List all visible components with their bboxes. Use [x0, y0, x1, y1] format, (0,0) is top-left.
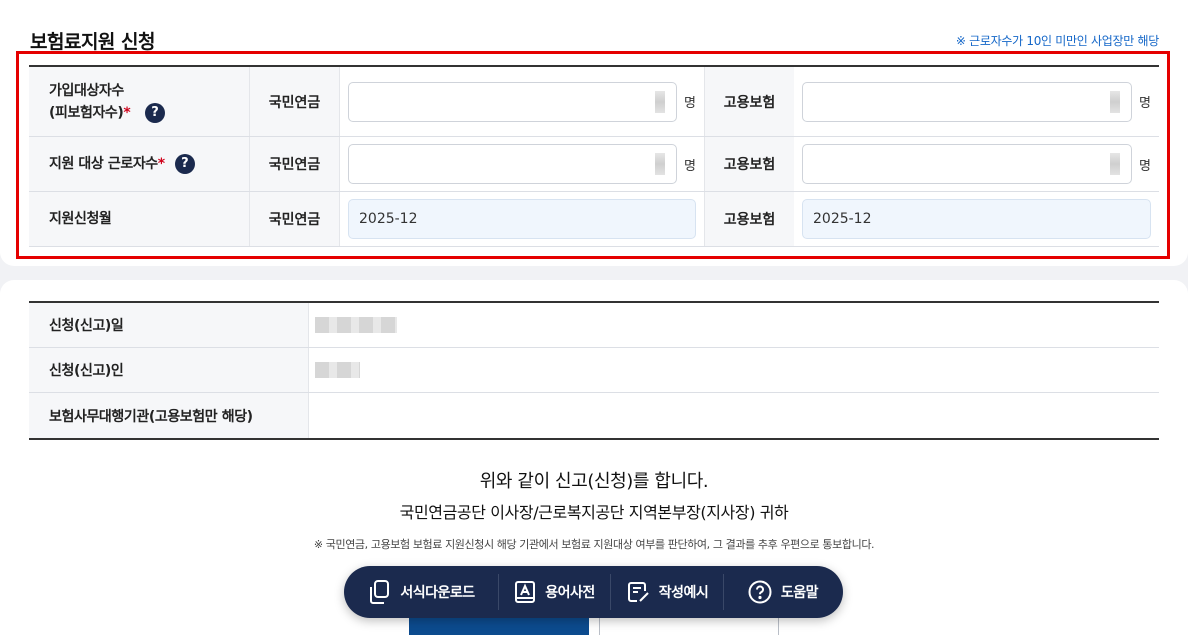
highlight-box	[16, 51, 1170, 259]
masked-value	[315, 362, 360, 378]
masked-value	[315, 317, 397, 333]
declaration-line-2: 국민연금공단 이사장/근로복지공단 지역본부장(지사장) 귀하	[399, 503, 789, 522]
info-label: 신청(신고)인	[29, 348, 309, 392]
declaration-line-1: 위와 같이 신고(신청)를 합니다.	[479, 471, 709, 492]
info-value	[309, 303, 1159, 347]
info-value	[309, 393, 1159, 438]
floating-toolbar: 서식다운로드 용어사전 작성예시 도움말	[344, 566, 843, 618]
dictionary-button[interactable]: 용어사전	[499, 574, 611, 610]
declaration-note: ※ 국민연금, 고용보험 보험료 지원신청시 해당 기관에서 보험료 지원대상 …	[313, 538, 875, 551]
section-title: 보험료지원 신청	[30, 31, 155, 53]
info-label: 보험사무대행기관(고용보험만 해당)	[29, 393, 309, 438]
info-row-agency: 보험사무대행기관(고용보험만 해당)	[29, 393, 1159, 438]
toolbar-label: 작성예시	[658, 585, 709, 601]
info-row-date: 신청(신고)일	[29, 303, 1159, 348]
writing-example-button[interactable]: 작성예시	[611, 574, 724, 610]
help-circle-icon	[748, 580, 772, 604]
info-label: 신청(신고)일	[29, 303, 309, 347]
document-download-icon	[370, 580, 390, 604]
info-value	[309, 348, 1159, 392]
help-button[interactable]: 도움말	[724, 574, 842, 610]
section-note: ※ 근로자수가 10인 미만인 사업장만 해당	[955, 34, 1159, 48]
form-download-button[interactable]: 서식다운로드	[344, 574, 499, 610]
toolbar-label: 서식다운로드	[400, 585, 475, 601]
toolbar-label: 용어사전	[545, 585, 595, 601]
toolbar-label: 도움말	[780, 585, 819, 601]
edit-note-icon	[627, 582, 649, 602]
dictionary-icon	[515, 581, 536, 603]
applicant-info-table: 신청(신고)일 신청(신고)인 보험사무대행기관(고용보험만 해당)	[29, 301, 1159, 440]
info-row-applicant: 신청(신고)인	[29, 348, 1159, 393]
